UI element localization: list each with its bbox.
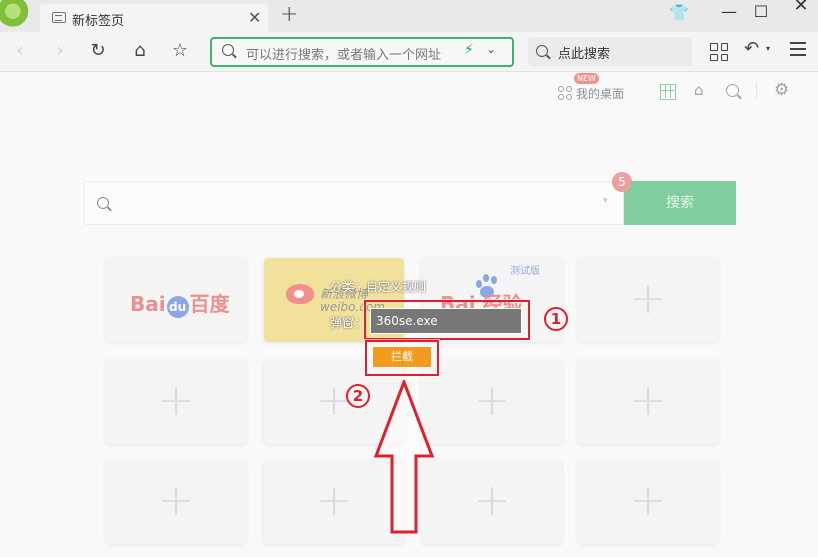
bolt-icon[interactable]: ⚡ xyxy=(464,42,474,58)
annotation-arrow-icon xyxy=(374,380,434,534)
forward-button[interactable]: › xyxy=(48,39,72,63)
block-category-label: 分类：自定义规则 xyxy=(330,280,427,294)
tab-close-icon[interactable]: ✕ xyxy=(248,8,261,27)
undo-close-tab-icon[interactable]: ↶ xyxy=(744,38,759,59)
annotation-step-2: 2 xyxy=(346,384,370,408)
navigation-toolbar: ‹ › ↻ ⌂ ☆ 可以进行搜索，或者输入一个网址 ⚡ ⌄ 点此搜索 ↶ ▾ xyxy=(0,32,818,72)
apps-grid-icon[interactable] xyxy=(710,43,728,61)
undo-dropdown-icon[interactable]: ▾ xyxy=(766,44,770,53)
popup-label: 弹窗： xyxy=(330,316,367,330)
address-bar[interactable]: 可以进行搜索，或者输入一个网址 ⚡ ⌄ xyxy=(210,37,514,67)
search-icon xyxy=(222,44,234,56)
tab-new-tab[interactable]: 新标签页 ✕ xyxy=(40,4,268,32)
minimize-button[interactable]: — xyxy=(714,2,744,21)
tab-bar: 新标签页 ✕ + 👕 — ☐ ✕ xyxy=(0,0,818,32)
close-window-button[interactable]: ✕ xyxy=(786,0,816,16)
annotation-step-1: 1 xyxy=(544,307,568,331)
maximize-button[interactable]: ☐ xyxy=(746,2,776,21)
refresh-button[interactable]: ↻ xyxy=(86,39,110,63)
page-icon xyxy=(52,12,66,23)
new-tab-button[interactable]: + xyxy=(280,2,298,27)
chevron-down-icon[interactable]: ⌄ xyxy=(486,42,496,56)
quick-search-box[interactable]: 点此搜索 xyxy=(528,37,692,67)
favorite-button[interactable]: ☆ xyxy=(168,39,192,63)
home-button[interactable]: ⌂ xyxy=(128,39,152,63)
address-placeholder[interactable]: 可以进行搜索，或者输入一个网址 xyxy=(246,44,456,63)
search-icon xyxy=(536,45,548,57)
tab-title: 新标签页 xyxy=(72,14,125,29)
quick-search-label: 点此搜索 xyxy=(558,47,611,62)
menu-icon[interactable] xyxy=(790,42,806,56)
back-button[interactable]: ‹ xyxy=(8,39,32,63)
annotation-box-input xyxy=(364,300,530,340)
annotation-box-button xyxy=(365,340,439,376)
browser-logo-icon[interactable] xyxy=(0,0,32,28)
skin-icon[interactable]: 👕 xyxy=(664,3,694,22)
